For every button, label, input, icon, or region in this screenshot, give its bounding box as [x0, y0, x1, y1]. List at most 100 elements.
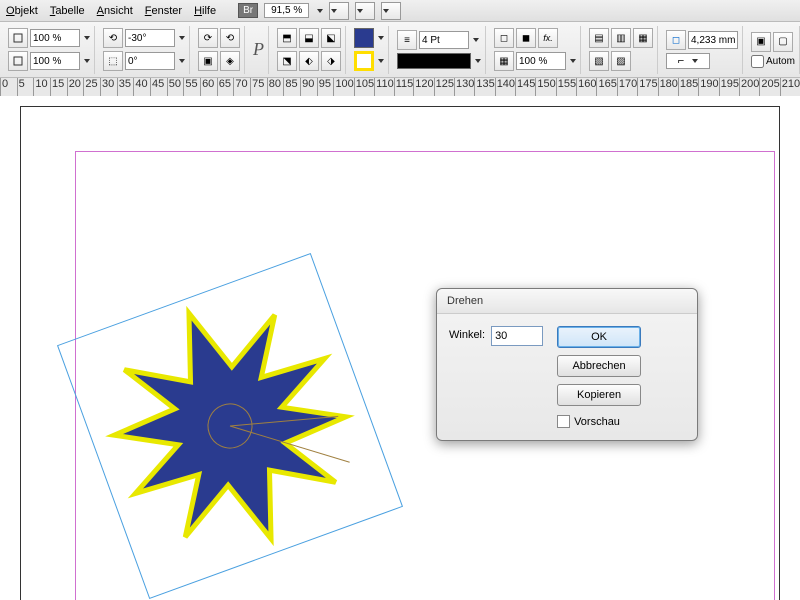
distribute-icon[interactable]: ⬓: [299, 28, 319, 48]
ruler-tick: 95: [317, 78, 334, 96]
ruler-tick: 25: [83, 78, 100, 96]
ruler-tick: 105: [354, 78, 374, 96]
opacity-input-1[interactable]: [30, 29, 80, 47]
ruler-tick: 20: [67, 78, 84, 96]
menu-hilfe[interactable]: Hilfe: [194, 5, 216, 17]
stroke-weight-icon[interactable]: ≡: [397, 30, 417, 50]
ruler-tick: 205: [759, 78, 779, 96]
ruler-tick: 200: [739, 78, 759, 96]
dropdown-icon[interactable]: [473, 38, 479, 42]
frame-fitting-icon-1[interactable]: ▣: [751, 32, 771, 52]
auto-fit-checkbox[interactable]: [751, 55, 764, 68]
corner-options-icon[interactable]: ◻: [666, 30, 686, 50]
ruler-tick: 10: [33, 78, 50, 96]
dropdown-icon[interactable]: [179, 36, 185, 40]
control-panel: ⟲ ⬚ ⟳ ⟲ ▣ ◈ P ⬒ ⬓ ⬕ ⬔ ⬖ ⬗: [0, 22, 800, 78]
drop-shadow-icon[interactable]: ◼: [516, 28, 536, 48]
rotate-icon[interactable]: ⟲: [103, 28, 123, 48]
menu-ansicht[interactable]: Ansicht: [97, 5, 133, 17]
fill-color-swatch[interactable]: [354, 28, 374, 48]
shear-icon[interactable]: ⬚: [103, 51, 123, 71]
ruler-tick: 60: [200, 78, 217, 96]
flip-vertical-icon[interactable]: ⟲: [220, 28, 240, 48]
menu-tabelle[interactable]: Tabelle: [50, 5, 85, 17]
dropdown-icon[interactable]: [84, 36, 90, 40]
ruler-tick: 120: [413, 78, 433, 96]
flip-horizontal-icon[interactable]: ⟳: [198, 28, 218, 48]
ruler-tick: 100: [333, 78, 353, 96]
ruler-tick: 30: [100, 78, 117, 96]
stroke-weight-input[interactable]: [419, 31, 469, 49]
ruler-tick: 35: [117, 78, 134, 96]
select-content-icon[interactable]: ◈: [220, 51, 240, 71]
ruler-tick: 140: [495, 78, 515, 96]
ruler-tick: 180: [658, 78, 678, 96]
ruler-tick: 0: [0, 78, 17, 96]
width-input[interactable]: [688, 31, 738, 49]
text-wrap-icon-4[interactable]: ▧: [589, 51, 609, 71]
corner-shape-select[interactable]: ⌐: [666, 53, 710, 69]
effects-icon[interactable]: ◻: [494, 28, 514, 48]
ruler-tick: 80: [267, 78, 284, 96]
paragraph-style-icon[interactable]: P: [253, 39, 264, 60]
ruler-tick: 190: [698, 78, 718, 96]
stroke-style-swatch[interactable]: [397, 53, 471, 69]
dialog-title: Drehen: [437, 289, 697, 314]
menu-objekt[interactable]: Objekt: [6, 5, 38, 17]
text-wrap-icon-2[interactable]: ▥: [611, 28, 631, 48]
rotation-input[interactable]: [125, 29, 175, 47]
align-icon[interactable]: ⬒: [277, 28, 297, 48]
opacity-icon-3[interactable]: ▦: [494, 51, 514, 71]
ruler-tick: 85: [283, 78, 300, 96]
dropdown-icon[interactable]: [378, 36, 384, 40]
angle-input[interactable]: [491, 326, 543, 346]
menu-fenster[interactable]: Fenster: [145, 5, 182, 17]
preview-checkbox[interactable]: [557, 415, 570, 428]
ruler-tick: 45: [150, 78, 167, 96]
select-container-icon[interactable]: ▣: [198, 51, 218, 71]
dropdown-icon[interactable]: [84, 59, 90, 63]
ruler-tick: 55: [183, 78, 200, 96]
zoom-level[interactable]: 91,5 %: [264, 3, 309, 18]
stroke-color-swatch[interactable]: [354, 51, 374, 71]
dropdown-icon[interactable]: [378, 59, 384, 63]
opacity-icon-2[interactable]: [8, 51, 28, 71]
ruler-tick: 115: [394, 78, 414, 96]
preview-label: Vorschau: [574, 416, 620, 428]
shear-input[interactable]: [125, 52, 175, 70]
workspace-icon[interactable]: [381, 2, 401, 20]
text-wrap-icon-5[interactable]: ▨: [611, 51, 631, 71]
ruler-tick: 165: [596, 78, 616, 96]
opacity-icon[interactable]: [8, 28, 28, 48]
pathfinder-icon[interactable]: ⬕: [321, 28, 341, 48]
arrange-icon[interactable]: [355, 2, 375, 20]
bridge-icon[interactable]: Br: [238, 3, 258, 18]
ruler-tick: 125: [434, 78, 454, 96]
menu-bar: Objekt Tabelle Ansicht Fenster Hilfe Br …: [0, 0, 800, 22]
dropdown-icon[interactable]: [570, 59, 576, 63]
ruler-tick: 150: [535, 78, 555, 96]
opacity-input-3[interactable]: [516, 52, 566, 70]
copy-button[interactable]: Kopieren: [557, 384, 641, 406]
ruler-tick: 130: [454, 78, 474, 96]
align-icon-2[interactable]: ⬔: [277, 51, 297, 71]
fx-icon[interactable]: fx.: [538, 28, 558, 48]
ruler-tick: 50: [167, 78, 184, 96]
cancel-button[interactable]: Abbrechen: [557, 355, 641, 377]
horizontal-ruler: 0510152025303540455055606570758085909510…: [0, 78, 800, 96]
opacity-input-2[interactable]: [30, 52, 80, 70]
align-icon-3[interactable]: ⬖: [299, 51, 319, 71]
ok-button[interactable]: OK: [557, 326, 641, 348]
ruler-strip: 0510152025303540455055606570758085909510…: [0, 78, 800, 96]
screen-mode-icon[interactable]: [329, 2, 349, 20]
text-wrap-icon-3[interactable]: ▦: [633, 28, 653, 48]
document-canvas[interactable]: Drehen Winkel: OK Abbrechen Kopieren Vor…: [0, 96, 800, 600]
text-wrap-icon-1[interactable]: ▤: [589, 28, 609, 48]
align-icon-4[interactable]: ⬗: [321, 51, 341, 71]
ruler-tick: 185: [678, 78, 698, 96]
frame-fitting-icon-2[interactable]: ▢: [773, 32, 793, 52]
ruler-tick: 65: [217, 78, 234, 96]
zoom-dropdown-icon[interactable]: [317, 9, 323, 13]
dropdown-icon[interactable]: [179, 59, 185, 63]
dropdown-icon[interactable]: [475, 59, 481, 63]
